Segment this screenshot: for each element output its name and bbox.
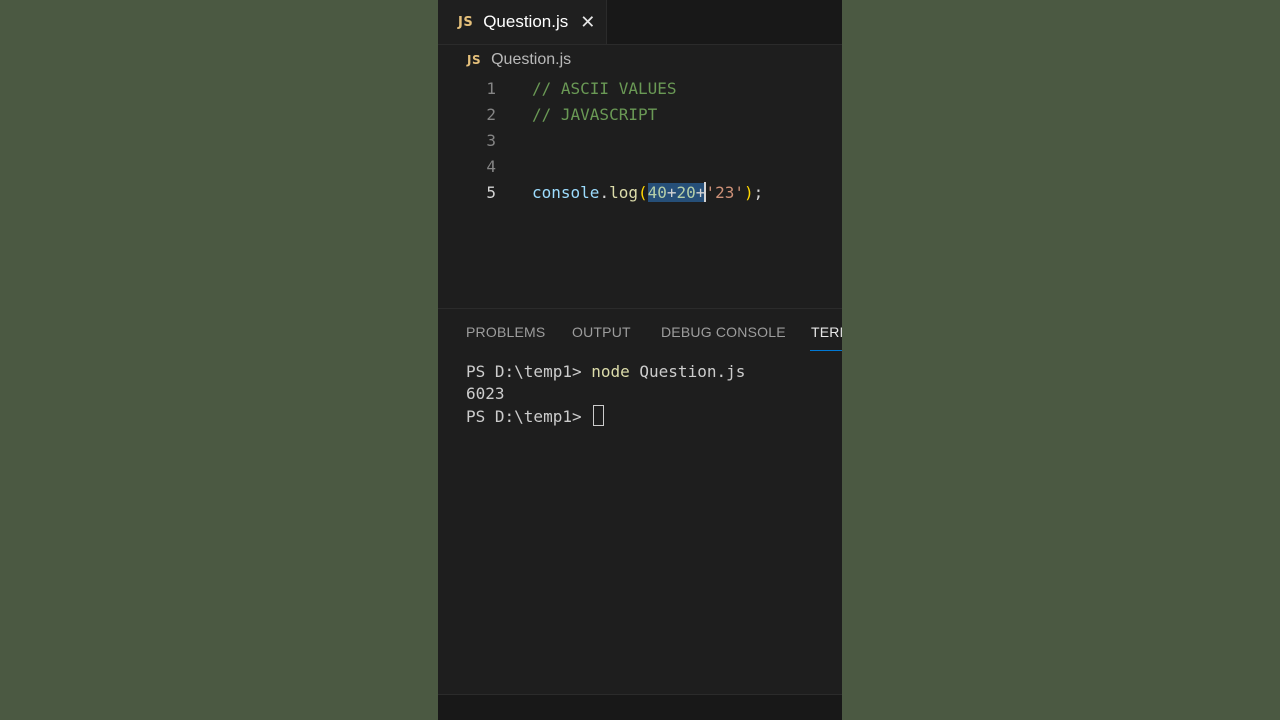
code-editor[interactable]: 1 // ASCII VALUES 2 // JAVASCRIPT 3 4 5 … <box>438 76 842 308</box>
panel-tabs: PROBLEMS OUTPUT DEBUG CONSOLE TERMINAL <box>438 309 842 355</box>
code-semicolon: ; <box>753 183 764 202</box>
background-right <box>842 0 1280 720</box>
terminal-prompt: PS D:\temp1> <box>466 362 592 381</box>
terminal-result: 6023 <box>466 384 505 403</box>
code-line: 2 // JAVASCRIPT <box>438 102 842 128</box>
terminal-prompt: PS D:\temp1> <box>466 407 592 426</box>
tab-label: Question.js <box>483 12 569 31</box>
line-number: 5 <box>486 183 496 202</box>
bottom-panel: PROBLEMS OUTPUT DEBUG CONSOLE TERMINAL P… <box>438 308 842 695</box>
line-number: 2 <box>486 105 496 124</box>
terminal-argument: Question.js <box>629 362 746 381</box>
background-left <box>0 0 438 720</box>
code-line-active: 5 console.log(40+20+'23'); <box>438 180 842 206</box>
line-number: 4 <box>486 157 496 176</box>
close-icon[interactable]: ✕ <box>580 12 595 33</box>
terminal-command: node <box>591 362 630 381</box>
tab-output[interactable]: OUTPUT <box>572 324 631 340</box>
breadcrumb: JS Question.js <box>438 44 842 76</box>
active-tab-indicator <box>810 350 842 351</box>
code-dot: . <box>599 183 610 202</box>
tab-problems[interactable]: PROBLEMS <box>466 324 545 340</box>
line-number: 3 <box>486 131 496 150</box>
code-string: '23' <box>705 183 744 202</box>
code-comment: // JAVASCRIPT <box>532 105 658 124</box>
code-line: 3 <box>438 128 842 154</box>
code-identifier: console <box>532 183 600 202</box>
javascript-file-icon: JS <box>467 53 482 67</box>
code-statement: console.log(40+20+'23'); <box>532 180 763 206</box>
code-number: 20 <box>676 183 696 202</box>
tab-terminal[interactable]: TERMINAL <box>811 324 842 340</box>
terminal-cursor <box>593 405 605 426</box>
vscode-window: JS Question.js ✕ JS Question.js 1 // ASC… <box>438 0 842 720</box>
breadcrumb-file[interactable]: Question.js <box>491 51 571 69</box>
terminal-output[interactable]: PS D:\temp1> node Question.js 6023 PS D:… <box>466 361 836 428</box>
status-bar <box>438 694 842 720</box>
code-line: 1 // ASCII VALUES <box>438 76 842 102</box>
editor-tab-bar: JS Question.js ✕ <box>438 0 842 45</box>
line-number: 1 <box>486 79 496 98</box>
text-selection: 40+20+ <box>647 183 706 202</box>
editor-tab-question-js[interactable]: JS Question.js ✕ <box>438 0 607 44</box>
code-paren-open: ( <box>637 183 648 202</box>
code-number: 40 <box>647 183 667 202</box>
code-operator: + <box>666 183 677 202</box>
javascript-file-icon: JS <box>458 14 474 30</box>
code-line: 4 <box>438 154 842 180</box>
code-function: log <box>609 183 638 202</box>
tab-debug-console[interactable]: DEBUG CONSOLE <box>661 324 786 340</box>
code-comment: // ASCII VALUES <box>532 79 677 98</box>
code-paren-close: ) <box>743 183 754 202</box>
